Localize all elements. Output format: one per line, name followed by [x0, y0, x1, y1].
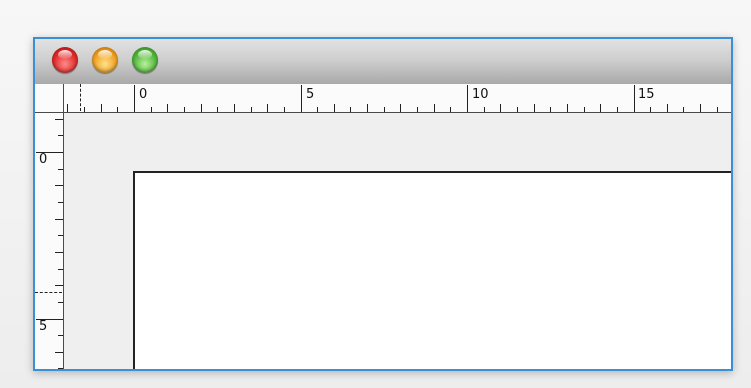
ruler-tick	[84, 107, 86, 112]
ruler-tick	[317, 107, 319, 112]
ruler-tick	[650, 107, 652, 112]
vertical-ruler-position-marker	[35, 292, 62, 293]
ruler-tick	[58, 335, 63, 337]
ruler-tick	[433, 104, 435, 112]
ruler-label-v-5: 5	[39, 319, 48, 334]
title-bar[interactable]	[35, 39, 731, 85]
ruler-origin-corner[interactable]	[35, 84, 64, 113]
ruler-tick	[134, 85, 135, 112]
ruler-tick	[58, 168, 63, 170]
ruler-tick	[283, 107, 285, 112]
ruler-tick	[600, 104, 602, 112]
ruler-tick	[36, 318, 63, 320]
ruler-tick	[616, 107, 618, 112]
ruler-tick	[250, 107, 252, 112]
ruler-tick	[550, 107, 552, 112]
ruler-tick	[350, 107, 352, 112]
ruler-tick	[58, 368, 63, 369]
ruler-tick	[183, 107, 185, 112]
ruler-tick	[533, 104, 535, 112]
ruler-tick	[583, 107, 585, 112]
ruler-label-h-15: 15	[638, 87, 655, 102]
ruler-tick	[566, 104, 568, 112]
ruler-tick	[167, 104, 169, 112]
ruler-tick	[58, 268, 63, 270]
ruler-tick	[55, 118, 63, 120]
vertical-ruler[interactable]: 0 5	[35, 113, 64, 369]
ruler-label-h-0: 0	[139, 87, 148, 102]
horizontal-ruler[interactable]: 0 5 10 15	[35, 84, 731, 113]
ruler-tick	[383, 107, 385, 112]
ruler-tick	[100, 104, 102, 112]
ruler-tick	[150, 107, 152, 112]
ruler-tick	[333, 104, 335, 112]
ruler-tick	[58, 301, 63, 303]
ruler-tick	[55, 218, 63, 220]
ruler-tick	[633, 85, 635, 112]
zoom-button[interactable]	[132, 47, 158, 73]
minimize-button[interactable]	[92, 47, 118, 73]
ruler-tick	[516, 107, 518, 112]
ruler-tick	[58, 135, 63, 137]
ruler-tick	[36, 152, 63, 153]
ruler-tick	[55, 185, 63, 187]
ruler-tick	[417, 107, 419, 112]
document-canvas-area[interactable]	[64, 113, 731, 369]
ruler-tick	[400, 104, 402, 112]
close-button[interactable]	[52, 47, 78, 73]
ruler-tick	[55, 351, 63, 353]
ruler-tick	[58, 235, 63, 237]
ruler-tick	[55, 251, 63, 253]
ruler-tick	[58, 201, 63, 203]
ruler-tick	[200, 104, 202, 112]
ruler-tick	[683, 107, 685, 112]
ruler-label-h-5: 5	[306, 87, 315, 102]
ruler-tick	[117, 107, 119, 112]
ruler-tick	[367, 104, 369, 112]
ruler-tick	[483, 107, 485, 112]
ruler-tick	[217, 107, 219, 112]
ruler-tick	[233, 104, 235, 112]
horizontal-ruler-position-marker	[80, 84, 81, 111]
ruler-label-v-0: 0	[39, 152, 48, 167]
ruler-tick	[700, 104, 702, 112]
ruler-tick	[500, 104, 502, 112]
ruler-tick	[300, 85, 302, 112]
document-page[interactable]	[133, 171, 731, 369]
ruler-tick	[666, 104, 668, 112]
ruler-tick	[67, 104, 69, 112]
ruler-tick	[716, 107, 718, 112]
document-window: 0 5 10 15 0 5	[33, 37, 733, 371]
ruler-tick	[450, 107, 452, 112]
ruler-label-h-10: 10	[472, 87, 489, 102]
ruler-tick	[267, 104, 269, 112]
ruler-tick	[467, 85, 468, 112]
ruler-tick	[55, 285, 63, 287]
